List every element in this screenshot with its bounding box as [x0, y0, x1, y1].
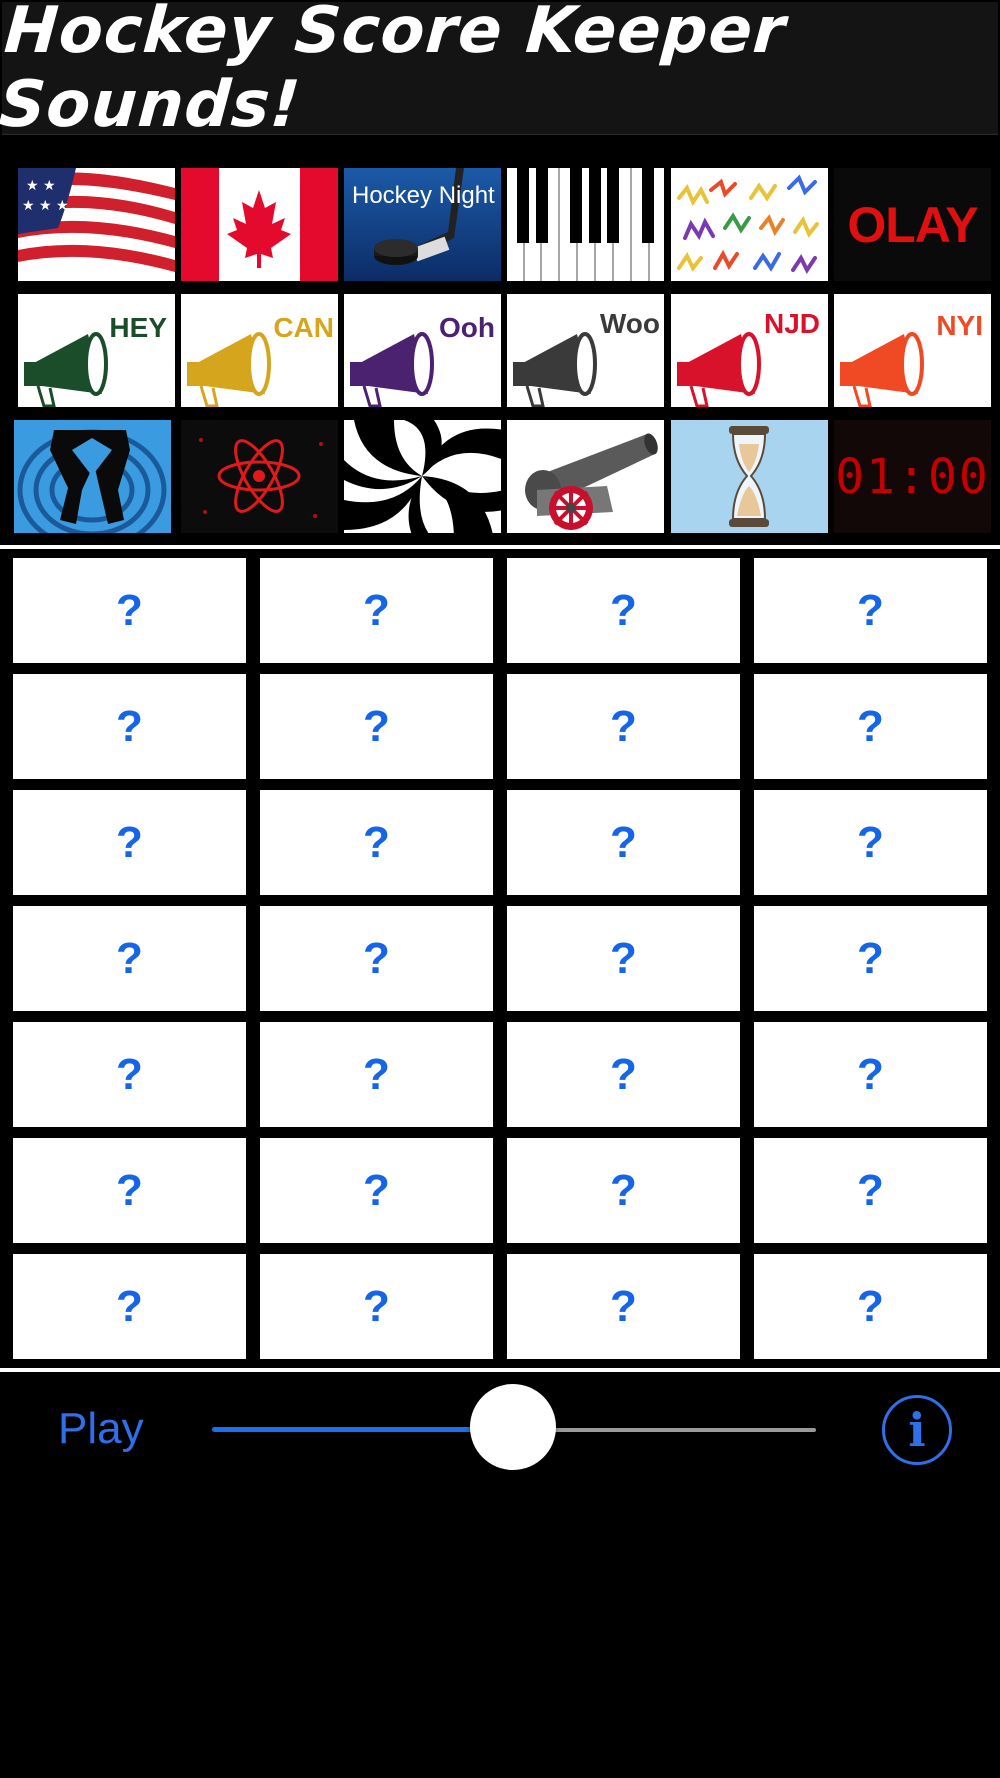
- svg-text:★ ★ ★: ★ ★ ★: [22, 198, 69, 214]
- sound-slot-7[interactable]: ?: [507, 674, 740, 779]
- ooh-button[interactable]: Ooh: [344, 294, 501, 407]
- clock-button[interactable]: 01:00: [834, 420, 991, 533]
- canada-flag-icon: [181, 168, 338, 281]
- sound-slot-25[interactable]: ?: [13, 1254, 246, 1359]
- sound-slot-13[interactable]: ?: [13, 906, 246, 1011]
- njd-label: NJD: [763, 308, 820, 339]
- info-icon[interactable]: i: [882, 1395, 952, 1465]
- ooh-label: Ooh: [439, 312, 495, 343]
- sound-slot-3[interactable]: ?: [507, 558, 740, 663]
- usa-flag-button[interactable]: ★ ★ ★ ★ ★: [18, 168, 175, 281]
- hourglass-button[interactable]: [671, 420, 828, 533]
- hockey-night-label: Hockey Night: [352, 182, 495, 209]
- top-divider: [0, 545, 1000, 549]
- woo-button[interactable]: Woo: [507, 294, 664, 407]
- megaphone-hey-icon: [24, 332, 108, 407]
- sound-slot-24[interactable]: ?: [754, 1138, 987, 1243]
- sound-slot-26[interactable]: ?: [260, 1254, 493, 1359]
- volume-slider-thumb[interactable]: [470, 1384, 556, 1470]
- cannon-icon: [507, 420, 664, 533]
- sound-slot-5[interactable]: ?: [13, 674, 246, 779]
- olay-label: OLAY: [847, 196, 978, 253]
- app-title: Hockey Score Keeper Sounds!: [0, 0, 789, 142]
- hey-button[interactable]: HEY: [18, 294, 175, 407]
- playback-bar: Play i: [0, 1380, 1000, 1480]
- sound-slot-19[interactable]: ?: [507, 1022, 740, 1127]
- volume-slider-fill: [212, 1427, 512, 1432]
- spiral-button[interactable]: [344, 420, 501, 533]
- clock-display-icon: 01:00: [835, 448, 990, 505]
- sound-slot-17[interactable]: ?: [13, 1022, 246, 1127]
- olay-button[interactable]: OLAY: [834, 168, 991, 281]
- woo-label: Woo: [599, 308, 660, 339]
- volume-slider-track[interactable]: [512, 1428, 816, 1432]
- dance-button[interactable]: [14, 420, 171, 533]
- svg-text:★ ★: ★ ★: [26, 178, 56, 194]
- bottom-divider: [0, 1368, 1000, 1372]
- sound-slot-14[interactable]: ?: [260, 906, 493, 1011]
- hey-label: HEY: [109, 312, 167, 343]
- organ-button[interactable]: [507, 168, 664, 281]
- hockey-night-button[interactable]: Hockey Night: [344, 168, 501, 281]
- hypno-spiral-icon: [344, 420, 501, 533]
- sound-slot-22[interactable]: ?: [260, 1138, 493, 1243]
- canada-flag-button[interactable]: [181, 168, 338, 281]
- squiggles-icon: [671, 168, 828, 281]
- sound-slot-11[interactable]: ?: [507, 790, 740, 895]
- megaphone-can-icon: [187, 332, 271, 407]
- sound-slot-9[interactable]: ?: [13, 790, 246, 895]
- hourglass-icon: [671, 420, 828, 533]
- sound-slot-20[interactable]: ?: [754, 1022, 987, 1127]
- sound-slot-23[interactable]: ?: [507, 1138, 740, 1243]
- cannon-button[interactable]: [507, 420, 664, 533]
- njd-button[interactable]: NJD: [671, 294, 828, 407]
- nyi-label: NYI: [936, 310, 983, 341]
- atom-icon: [181, 420, 338, 533]
- sound-slot-2[interactable]: ?: [260, 558, 493, 663]
- sound-slot-10[interactable]: ?: [260, 790, 493, 895]
- piano-keys-icon: [507, 168, 664, 281]
- sound-slot-18[interactable]: ?: [260, 1022, 493, 1127]
- sound-slot-15[interactable]: ?: [507, 906, 740, 1011]
- atom-button[interactable]: [181, 420, 338, 533]
- sound-tiles: ★ ★ ★ ★ ★ Hockey Night OLAY HEY CAN Ooh …: [0, 168, 1000, 538]
- sound-slot-27[interactable]: ?: [507, 1254, 740, 1359]
- sound-slot-12[interactable]: ?: [754, 790, 987, 895]
- megaphone-ooh-icon: [350, 332, 434, 407]
- squiggles-button[interactable]: [671, 168, 828, 281]
- sound-slot-1[interactable]: ?: [13, 558, 246, 663]
- dancing-legs-icon: [14, 420, 171, 533]
- sound-slot-8[interactable]: ?: [754, 674, 987, 779]
- usa-flag-icon: ★ ★ ★ ★ ★: [18, 168, 175, 281]
- sound-slot-4[interactable]: ?: [754, 558, 987, 663]
- play-button[interactable]: Play: [58, 1404, 144, 1454]
- sound-slot-16[interactable]: ?: [754, 906, 987, 1011]
- sound-slot-6[interactable]: ?: [260, 674, 493, 779]
- header-bar: Hockey Score Keeper Sounds!: [0, 0, 998, 142]
- can-label: CAN: [273, 312, 334, 343]
- sound-slot-28[interactable]: ?: [754, 1254, 987, 1359]
- sound-slot-21[interactable]: ?: [13, 1138, 246, 1243]
- can-button[interactable]: CAN: [181, 294, 338, 407]
- nyi-button[interactable]: NYI: [834, 294, 991, 407]
